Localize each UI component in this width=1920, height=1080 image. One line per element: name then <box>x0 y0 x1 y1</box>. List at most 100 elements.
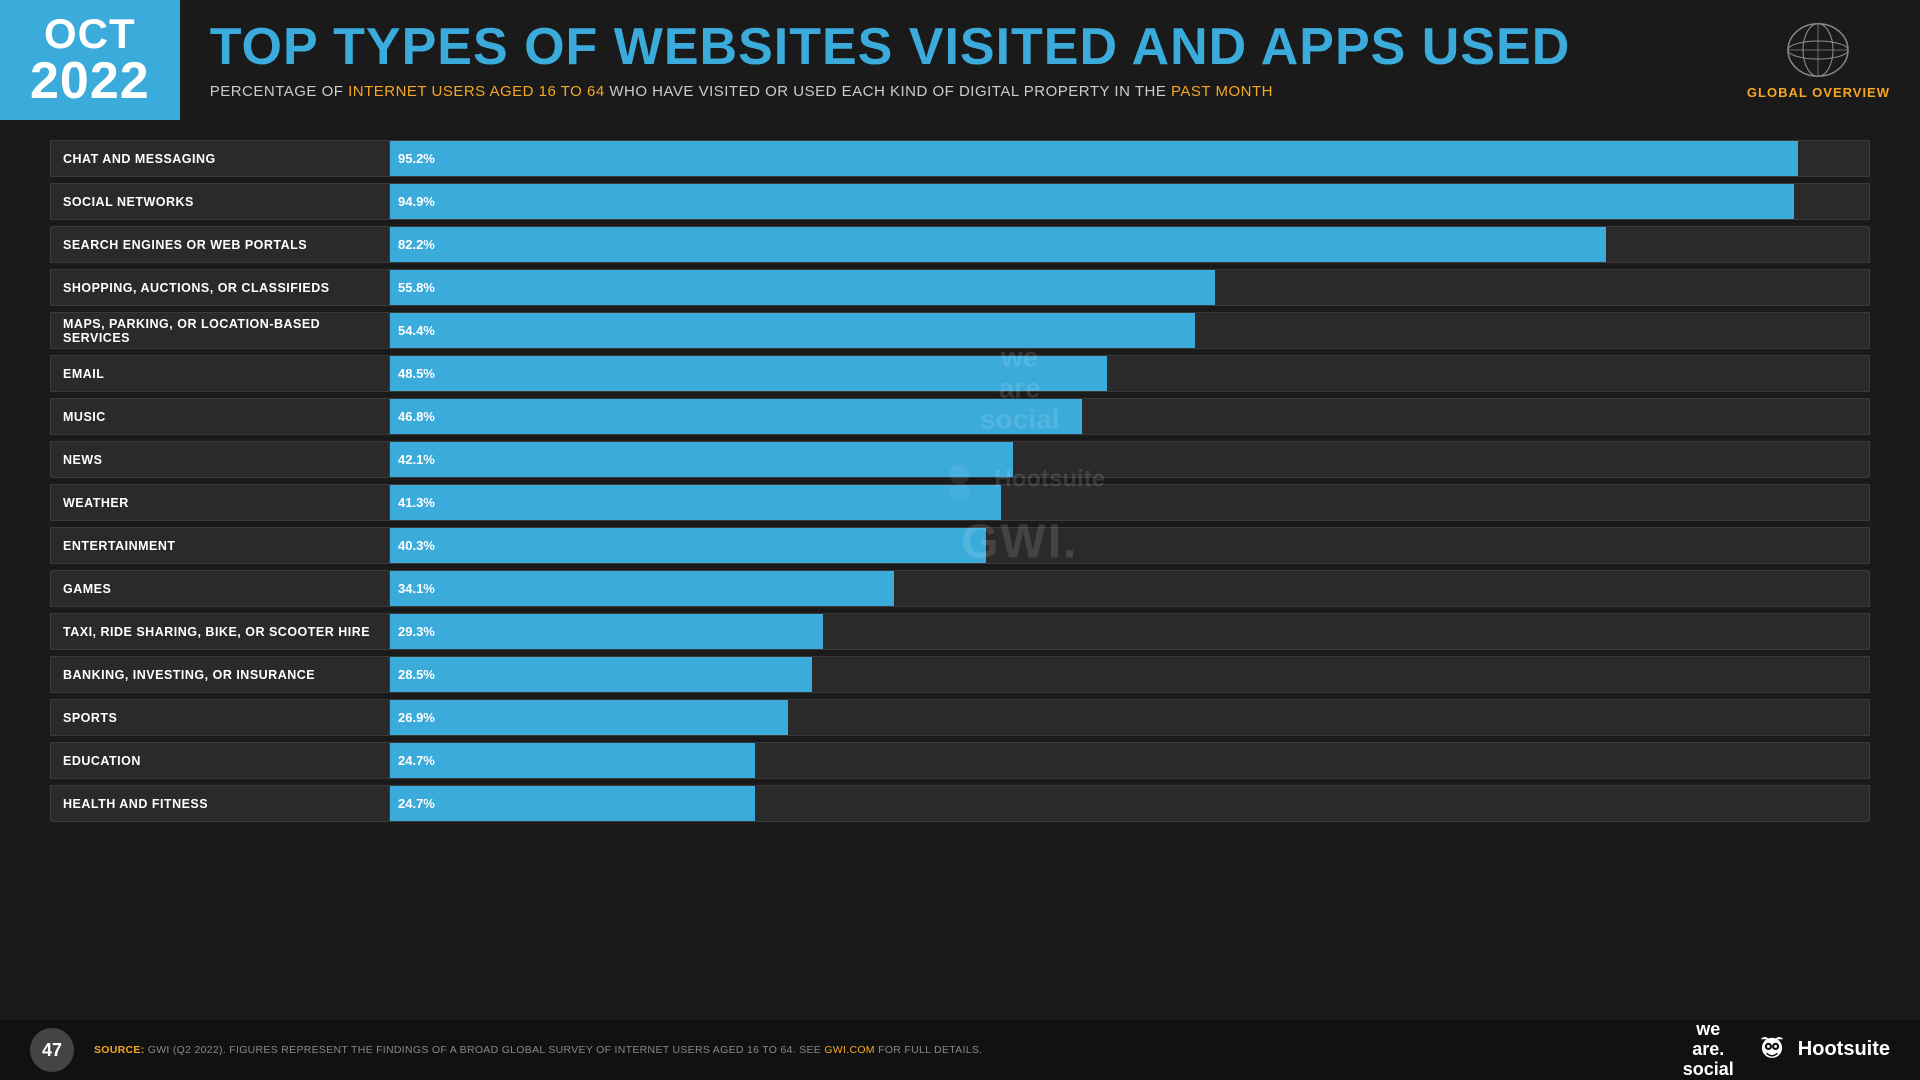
bar-value: 46.8% <box>398 409 435 424</box>
bar-container: 94.9% <box>390 183 1870 220</box>
bar-fill: 24.7% <box>390 743 755 778</box>
bar-row: EMAIL 48.5% <box>50 355 1870 392</box>
bar-container: 41.3% <box>390 484 1870 521</box>
bar-label: ENTERTAINMENT <box>50 527 390 564</box>
bar-label: NEWS <box>50 441 390 478</box>
subtitle-middle: WHO HAVE VISITED OR USED EACH KIND OF DI… <box>605 83 1171 100</box>
bar-value: 28.5% <box>398 667 435 682</box>
bar-row: SOCIAL NETWORKS 94.9% <box>50 183 1870 220</box>
bar-row: CHAT AND MESSAGING 95.2% <box>50 140 1870 177</box>
source-label: SOURCE: <box>94 1044 145 1056</box>
bar-row: NEWS 42.1% <box>50 441 1870 478</box>
gwi-link: GWI.COM <box>824 1044 875 1056</box>
bar-label: MUSIC <box>50 398 390 435</box>
bar-fill: 29.3% <box>390 614 823 649</box>
bar-row: MUSIC 46.8% <box>50 398 1870 435</box>
subtitle-highlight1: INTERNET USERS AGED 16 TO 64 <box>348 83 605 100</box>
bar-fill: 28.5% <box>390 657 812 692</box>
bar-value: 95.2% <box>398 151 435 166</box>
bar-value: 34.1% <box>398 581 435 596</box>
bar-row: HEALTH AND FITNESS 24.7% <box>50 785 1870 822</box>
bar-label: EMAIL <box>50 355 390 392</box>
page-title: TOP TYPES OF WEBSITES VISITED AND APPS U… <box>210 21 1687 73</box>
bar-container: 34.1% <box>390 570 1870 607</box>
bar-fill: 55.8% <box>390 270 1215 305</box>
bar-container: 46.8% <box>390 398 1870 435</box>
bar-row: EDUCATION 24.7% <box>50 742 1870 779</box>
hootsuite-logo: Hootsuite <box>1754 1032 1890 1068</box>
bar-label: CHAT AND MESSAGING <box>50 140 390 177</box>
hootsuite-text: Hootsuite <box>1798 1038 1890 1061</box>
bar-container: 82.2% <box>390 226 1870 263</box>
bar-container: 42.1% <box>390 441 1870 478</box>
bar-value: 24.7% <box>398 753 435 768</box>
bar-fill: 54.4% <box>390 313 1195 348</box>
bar-fill: 94.9% <box>390 184 1794 219</box>
bar-value: 41.3% <box>398 495 435 510</box>
bar-label: HEALTH AND FITNESS <box>50 785 390 822</box>
header-content: TOP TYPES OF WEBSITES VISITED AND APPS U… <box>180 0 1717 120</box>
bar-container: 40.3% <box>390 527 1870 564</box>
subtitle: PERCENTAGE OF INTERNET USERS AGED 16 TO … <box>210 83 1687 100</box>
bar-fill: 95.2% <box>390 141 1798 176</box>
bar-value: 29.3% <box>398 624 435 639</box>
bar-value: 48.5% <box>398 366 435 381</box>
bar-label: EDUCATION <box>50 742 390 779</box>
bar-row: ENTERTAINMENT 40.3% <box>50 527 1870 564</box>
date-block: OCT 2022 <box>0 0 180 120</box>
bar-fill: 41.3% <box>390 485 1001 520</box>
footer-source: SOURCE: GWI (Q2 2022). FIGURES REPRESENT… <box>94 1044 1683 1056</box>
bar-value: 42.1% <box>398 452 435 467</box>
bar-value: 24.7% <box>398 796 435 811</box>
source-text: GWI (Q2 2022). FIGURES REPRESENT THE FIN… <box>148 1044 825 1056</box>
bar-row: SHOPPING, AUCTIONS, OR CLASSIFIEDS 55.8% <box>50 269 1870 306</box>
bar-label: WEATHER <box>50 484 390 521</box>
bar-fill: 26.9% <box>390 700 788 735</box>
source-end: FOR FULL DETAILS. <box>878 1044 982 1056</box>
year-label: 2022 <box>30 55 150 107</box>
subtitle-plain: PERCENTAGE OF <box>210 83 348 100</box>
bar-container: 24.7% <box>390 785 1870 822</box>
bar-fill: 48.5% <box>390 356 1107 391</box>
bar-container: 26.9% <box>390 699 1870 736</box>
footer-logos: weare.social Hootsuite <box>1683 1020 1890 1079</box>
bar-row: SPORTS26.9% <box>50 699 1870 736</box>
bars-container: CHAT AND MESSAGING 95.2% SOCIAL NETWORKS 94… <box>50 140 1870 822</box>
bar-fill: 42.1% <box>390 442 1013 477</box>
global-overview-label: GLOBAL OVERVIEW <box>1747 85 1890 100</box>
header: OCT 2022 TOP TYPES OF WEBSITES VISITED A… <box>0 0 1920 120</box>
bar-container: 24.7% <box>390 742 1870 779</box>
we-are-social-logo: weare.social <box>1683 1020 1734 1079</box>
bar-container: 54.4% <box>390 312 1870 349</box>
globe-area: GLOBAL OVERVIEW <box>1717 0 1920 120</box>
bar-label: SHOPPING, AUCTIONS, OR CLASSIFIEDS <box>50 269 390 306</box>
footer: 47 SOURCE: GWI (Q2 2022). FIGURES REPRES… <box>0 1020 1920 1080</box>
page-number: 47 <box>30 1028 74 1072</box>
bar-label: MAPS, PARKING, OR LOCATION-BASED SERVICE… <box>50 312 390 349</box>
bar-container: 95.2% <box>390 140 1870 177</box>
globe-icon <box>1778 20 1858 80</box>
bar-value: 54.4% <box>398 323 435 338</box>
bar-value: 26.9% <box>398 710 435 725</box>
bar-fill: 24.7% <box>390 786 755 821</box>
chart-area: wearesocial Hootsuite GWI. CHAT AND MESS… <box>0 120 1920 838</box>
bar-value: 40.3% <box>398 538 435 553</box>
bar-row: GAMES 34.1% <box>50 570 1870 607</box>
bar-row: MAPS, PARKING, OR LOCATION-BASED SERVICE… <box>50 312 1870 349</box>
bar-label: TAXI, RIDE SHARING, BIKE, OR SCOOTER HIR… <box>50 613 390 650</box>
bar-label: SEARCH ENGINES OR WEB PORTALS <box>50 226 390 263</box>
bar-fill: 40.3% <box>390 528 986 563</box>
bar-row: TAXI, RIDE SHARING, BIKE, OR SCOOTER HIR… <box>50 613 1870 650</box>
bar-label: GAMES <box>50 570 390 607</box>
bar-row: SEARCH ENGINES OR WEB PORTALS82.2% <box>50 226 1870 263</box>
bar-label: SOCIAL NETWORKS <box>50 183 390 220</box>
bar-container: 48.5% <box>390 355 1870 392</box>
bar-fill: 46.8% <box>390 399 1082 434</box>
bar-value: 94.9% <box>398 194 435 209</box>
bar-container: 55.8% <box>390 269 1870 306</box>
month-label: OCT <box>44 13 136 55</box>
bar-container: 29.3% <box>390 613 1870 650</box>
bar-fill: 82.2% <box>390 227 1606 262</box>
bar-value: 55.8% <box>398 280 435 295</box>
bar-fill: 34.1% <box>390 571 894 606</box>
